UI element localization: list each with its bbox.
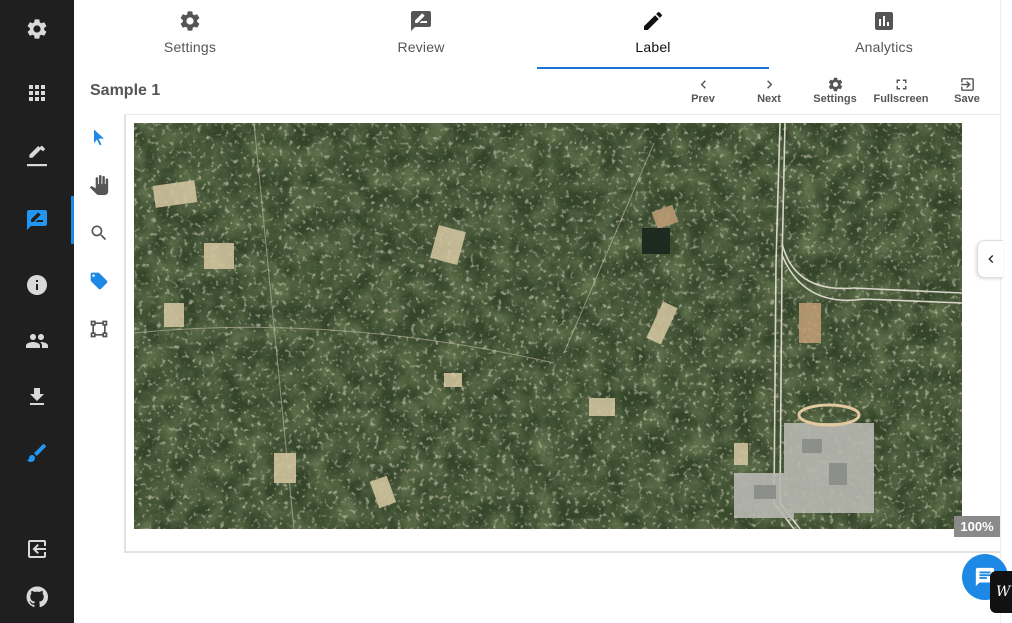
apps-grid-icon <box>29 85 45 101</box>
tab-review[interactable]: Review <box>305 0 537 70</box>
aerial-image-svg <box>134 123 962 529</box>
prev-button[interactable]: Prev <box>673 76 733 112</box>
right-panel-edge <box>1000 0 1012 623</box>
people-icon <box>26 334 48 348</box>
github-icon <box>26 586 49 608</box>
sidebar-item-apps[interactable] <box>0 69 74 117</box>
brush-icon <box>27 443 47 462</box>
select-tool[interactable] <box>86 124 112 150</box>
top-tabs: Settings Review Label Analytics <box>74 0 1000 70</box>
sidebar-item-logout[interactable] <box>0 525 74 573</box>
sidebar-item-team[interactable] <box>0 317 74 365</box>
download-icon <box>30 388 44 405</box>
next-button[interactable]: Next <box>739 76 799 112</box>
bounding-box-tool[interactable] <box>86 316 112 342</box>
tab-label-active[interactable]: Label <box>537 0 769 70</box>
tag-icon <box>90 272 108 290</box>
fullscreen-icon <box>896 79 906 90</box>
tab-label: Review <box>397 39 445 55</box>
zoom-tool[interactable] <box>86 220 112 246</box>
sidebar-item-brush[interactable] <box>0 429 74 477</box>
chevron-left-icon <box>987 255 993 263</box>
save-exit-icon <box>960 78 974 91</box>
gear-icon <box>828 77 842 92</box>
sidebar-item-info[interactable] <box>0 261 74 309</box>
gear-icon <box>180 11 200 31</box>
rate-review-icon <box>411 11 431 31</box>
bounding-box-icon <box>90 320 108 338</box>
sidebar-item-settings[interactable] <box>0 5 74 53</box>
save-label: Save <box>954 93 980 105</box>
chat-widget-tag[interactable]: W <box>990 571 1012 613</box>
tab-analytics[interactable]: Analytics <box>768 0 1000 70</box>
sidebar-item-github[interactable] <box>0 573 74 621</box>
search-icon <box>91 225 107 241</box>
sidebar-item-annotate[interactable] <box>0 132 74 180</box>
cursor-arrow-icon <box>94 129 104 146</box>
pencil-underline-icon <box>27 145 47 167</box>
collapse-panel-button[interactable] <box>977 240 1003 278</box>
hand-icon <box>89 175 109 195</box>
settings-button[interactable]: Settings <box>805 76 865 112</box>
bar-chart-icon <box>875 12 893 30</box>
exit-icon <box>28 540 46 558</box>
sidebar-item-download[interactable] <box>0 373 74 421</box>
zoom-level-indicator: 100% <box>954 516 1000 537</box>
sidebar-item-label[interactable] <box>0 196 74 244</box>
tool-rail <box>74 114 124 554</box>
pan-tool[interactable] <box>86 172 112 198</box>
prev-label: Prev <box>691 93 715 105</box>
next-label: Next <box>757 93 781 105</box>
chevron-right-icon <box>766 80 772 89</box>
pencil-icon <box>644 11 663 31</box>
settings-label: Settings <box>813 93 857 105</box>
fullscreen-button[interactable]: Fullscreen <box>871 76 931 112</box>
tag-tool[interactable] <box>86 268 112 294</box>
tab-settings[interactable]: Settings <box>74 0 306 70</box>
fullscreen-label: Fullscreen <box>873 93 929 105</box>
chevron-left-icon <box>700 80 706 89</box>
gear-icon <box>27 19 47 39</box>
save-button[interactable]: Save <box>937 76 997 112</box>
tab-label: Label <box>635 39 671 55</box>
sidebar <box>0 0 74 623</box>
info-icon <box>27 275 47 295</box>
aerial-image[interactable] <box>134 123 962 529</box>
tab-label: Settings <box>163 39 217 55</box>
page-title: Sample 1 <box>90 82 161 99</box>
rate-review-icon <box>27 210 47 230</box>
tab-label: Analytics <box>855 39 913 55</box>
